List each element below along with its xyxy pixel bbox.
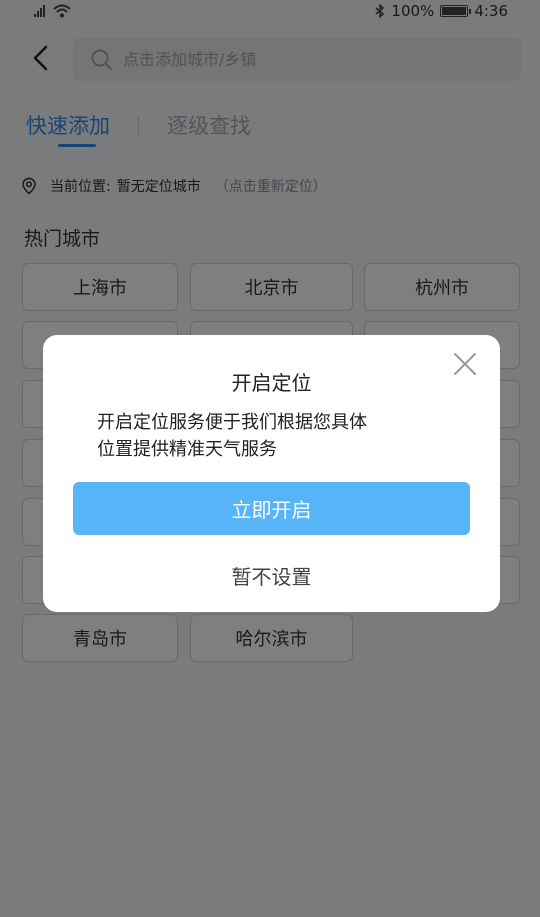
dialog-message-line: 位置提供精准天气服务 [97, 439, 277, 460]
dialog-message-line: 开启定位服务便于我们根据您具体 [97, 412, 367, 433]
dialog-title: 开启定位 [231, 371, 312, 395]
not-now-button[interactable]: 暂不设置 [73, 553, 470, 597]
enable-location-button[interactable]: 立即开启 [73, 482, 470, 535]
dialog-message: 开启定位服务便于我们根据您具体 位置提供精准天气服务 [97, 409, 457, 463]
location-permission-dialog: 开启定位 开启定位服务便于我们根据您具体 位置提供精准天气服务 立即开启 暂不设… [43, 335, 500, 612]
